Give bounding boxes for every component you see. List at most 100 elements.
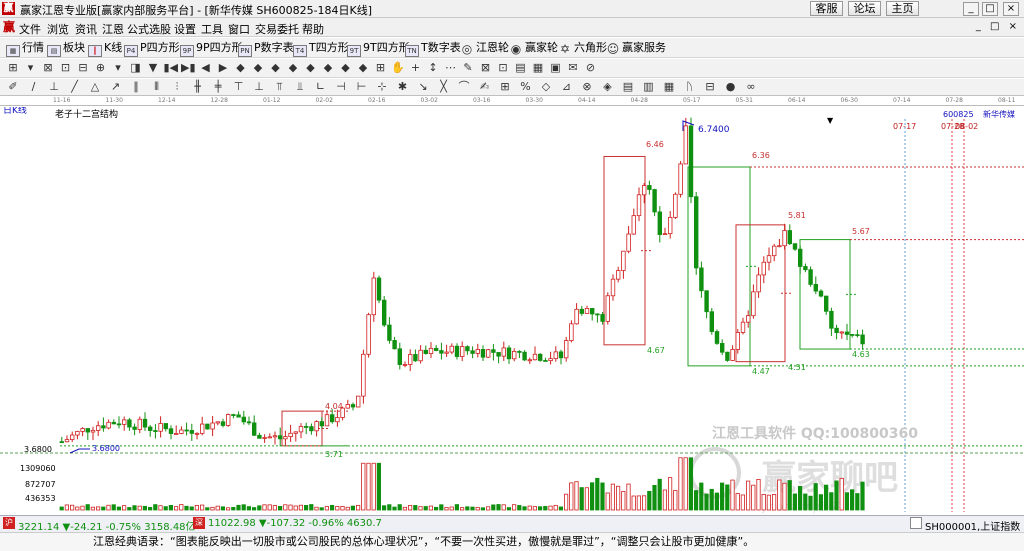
- menu-browse[interactable]: 浏览: [47, 21, 69, 37]
- chart-tool-icon-5[interactable]: ⊟: [76, 61, 90, 75]
- menu-tools[interactable]: 工具: [201, 21, 223, 37]
- index-name[interactable]: SH000001,上证指数: [925, 518, 1020, 533]
- chart-tool-icon-4[interactable]: ⊡: [59, 61, 73, 75]
- draw-tool-icon-6[interactable]: ↗: [109, 80, 123, 94]
- draw-tool-icon-1[interactable]: ✐: [6, 80, 20, 94]
- draw-tool-icon-15[interactable]: ⫫: [293, 80, 307, 94]
- chart-tool-icon-22[interactable]: ⊞: [374, 61, 388, 75]
- toolbar-hexagon-button[interactable]: ✡ 六角形: [558, 40, 607, 56]
- draw-tool-icon-25[interactable]: ⊞: [498, 80, 512, 94]
- chart-tool-icon-3[interactable]: ⊠: [41, 61, 55, 75]
- forum-button[interactable]: 论坛: [848, 1, 881, 16]
- draw-tool-icon-4[interactable]: ╱: [68, 80, 82, 94]
- dropdown-arrow-icon[interactable]: ▼: [827, 116, 834, 125]
- mdi-controls[interactable]: _ □ ×: [976, 21, 1020, 32]
- draw-tool-icon-36[interactable]: ●: [724, 80, 738, 94]
- toolbar-t-square-button[interactable]: T4 T四方形: [293, 40, 349, 57]
- chart-tool-icon-27[interactable]: ✎: [461, 61, 475, 75]
- toolbar-sectors-button[interactable]: ▤ 板块: [47, 40, 85, 57]
- chart-tool-icon-17[interactable]: ◆: [286, 61, 300, 75]
- draw-tool-icon-34[interactable]: ᚢ: [683, 80, 697, 94]
- draw-tool-icon-31[interactable]: ▤: [621, 80, 635, 94]
- chart-tool-icon-31[interactable]: ▦: [531, 61, 545, 75]
- menu-file[interactable]: 文件: [19, 21, 41, 37]
- chart-tool-icon-14[interactable]: ◆: [234, 61, 248, 75]
- toolbar-service-button[interactable]: ☺ 赢家服务: [606, 40, 666, 56]
- chart-tool-icon-29[interactable]: ⊡: [496, 61, 510, 75]
- draw-tool-icon-30[interactable]: ◈: [601, 80, 615, 94]
- draw-tool-icon-16[interactable]: ∟: [314, 80, 328, 94]
- menu-window[interactable]: 窗口: [228, 21, 250, 37]
- draw-tool-icon-27[interactable]: ◇: [539, 80, 553, 94]
- chart-tool-icon-15[interactable]: ◆: [251, 61, 265, 75]
- draw-tool-icon-3[interactable]: ⊥: [47, 80, 61, 94]
- draw-tool-icon-24[interactable]: ✍: [478, 80, 492, 94]
- draw-tool-icon-17[interactable]: ⊣: [334, 80, 348, 94]
- draw-tool-icon-35[interactable]: ⊟: [703, 80, 717, 94]
- menu-help[interactable]: 帮助: [302, 21, 324, 37]
- sh-index-icon[interactable]: 沪: [3, 517, 15, 529]
- chart-tool-icon-21[interactable]: ◆: [356, 61, 370, 75]
- chart-tool-icon-33[interactable]: ✉: [566, 61, 580, 75]
- draw-tool-icon-33[interactable]: ▦: [662, 80, 676, 94]
- toolbar-gann-wheel-button[interactable]: ◎ 江恩轮: [460, 40, 509, 56]
- draw-tool-icon-26[interactable]: %: [519, 80, 533, 94]
- maximize-button[interactable]: □: [982, 2, 998, 16]
- chart-tool-icon-24[interactable]: +: [409, 61, 423, 75]
- toolbar-kline-button[interactable]: ┃ K线: [88, 40, 122, 57]
- sz-index-icon[interactable]: 深: [193, 517, 205, 529]
- toolbar-9t-square-button[interactable]: 9T 9T四方形: [347, 40, 410, 57]
- chart-tool-icon-34[interactable]: ⊘: [584, 61, 598, 75]
- kline-chart[interactable]: 江恩工具软件 QQ:100800360 赢家聊吧 jiaoba.vip369 日…: [0, 107, 1024, 515]
- chart-tool-icon-7[interactable]: ▾: [111, 61, 125, 75]
- chart-tool-icon-2[interactable]: ▾: [24, 61, 38, 75]
- chart-tool-icon-11[interactable]: ▶▮: [181, 61, 196, 75]
- index-select-icon[interactable]: [910, 517, 922, 529]
- toolbar-p-square-button[interactable]: P4 P四方形: [124, 40, 180, 57]
- toolbar-winner-wheel-button[interactable]: ◉ 赢家轮: [509, 40, 558, 56]
- draw-tool-icon-37[interactable]: ∞: [744, 80, 758, 94]
- chart-tool-icon-30[interactable]: ▤: [514, 61, 528, 75]
- chart-tool-icon-16[interactable]: ◆: [269, 61, 283, 75]
- menu-settings[interactable]: 设置: [174, 21, 196, 37]
- home-button[interactable]: 主页: [886, 1, 919, 16]
- draw-tool-icon-23[interactable]: ⌒: [457, 80, 471, 94]
- toolbar-t-table-button[interactable]: TN T数字表: [405, 40, 461, 57]
- draw-tool-icon-12[interactable]: ⊤: [232, 80, 246, 94]
- draw-tool-icon-9[interactable]: ⫶: [170, 80, 184, 94]
- draw-tool-icon-22[interactable]: ╳: [437, 80, 451, 94]
- draw-tool-icon-5[interactable]: △: [88, 80, 102, 94]
- chart-tool-icon-18[interactable]: ◆: [304, 61, 318, 75]
- menu-gann[interactable]: 江恩: [102, 21, 124, 37]
- draw-tool-icon-10[interactable]: ╫: [191, 80, 205, 94]
- draw-tool-icon-14[interactable]: ⫪: [273, 80, 287, 94]
- chart-tool-icon-12[interactable]: ◀: [199, 61, 213, 75]
- chart-tool-icon-32[interactable]: ▣: [549, 61, 563, 75]
- menu-trade[interactable]: 交易委托: [255, 21, 299, 37]
- draw-tool-icon-18[interactable]: ⊢: [355, 80, 369, 94]
- draw-tool-icon-20[interactable]: ✱: [396, 80, 410, 94]
- chart-tool-icon-20[interactable]: ◆: [339, 61, 353, 75]
- draw-tool-icon-21[interactable]: ↘: [416, 80, 430, 94]
- draw-tool-icon-32[interactable]: ▥: [642, 80, 656, 94]
- chart-tool-icon-6[interactable]: ⊕: [94, 61, 108, 75]
- draw-tool-icon-19[interactable]: ⊹: [375, 80, 389, 94]
- draw-tool-icon-2[interactable]: ∕: [27, 80, 41, 94]
- support-button[interactable]: 客服: [810, 1, 843, 16]
- kline-chart-area[interactable]: 江恩工具软件 QQ:100800360 赢家聊吧 jiaoba.vip369 日…: [0, 107, 1024, 515]
- draw-tool-icon-8[interactable]: ⫴: [150, 80, 164, 94]
- toolbar-quotes-button[interactable]: ▦ 行情: [6, 40, 44, 57]
- chart-tool-icon-25[interactable]: ↕: [426, 61, 440, 75]
- chart-tool-icon-19[interactable]: ◆: [321, 61, 335, 75]
- draw-tool-icon-11[interactable]: ╪: [211, 80, 225, 94]
- toolbar-9p-square-button[interactable]: 9P 9P四方形: [180, 40, 243, 57]
- close-button[interactable]: ×: [1003, 2, 1019, 16]
- chart-tool-icon-1[interactable]: ⊞: [6, 61, 20, 75]
- chart-tool-icon-10[interactable]: ▮◀: [164, 61, 179, 75]
- chart-tool-icon-9[interactable]: ▼: [146, 61, 160, 75]
- minimize-button[interactable]: _: [963, 2, 979, 16]
- toolbar-p-table-button[interactable]: PN P数字表: [238, 40, 294, 57]
- draw-tool-icon-29[interactable]: ⊗: [580, 80, 594, 94]
- chart-tool-icon-28[interactable]: ⊠: [479, 61, 493, 75]
- draw-tool-icon-28[interactable]: ⊿: [560, 80, 574, 94]
